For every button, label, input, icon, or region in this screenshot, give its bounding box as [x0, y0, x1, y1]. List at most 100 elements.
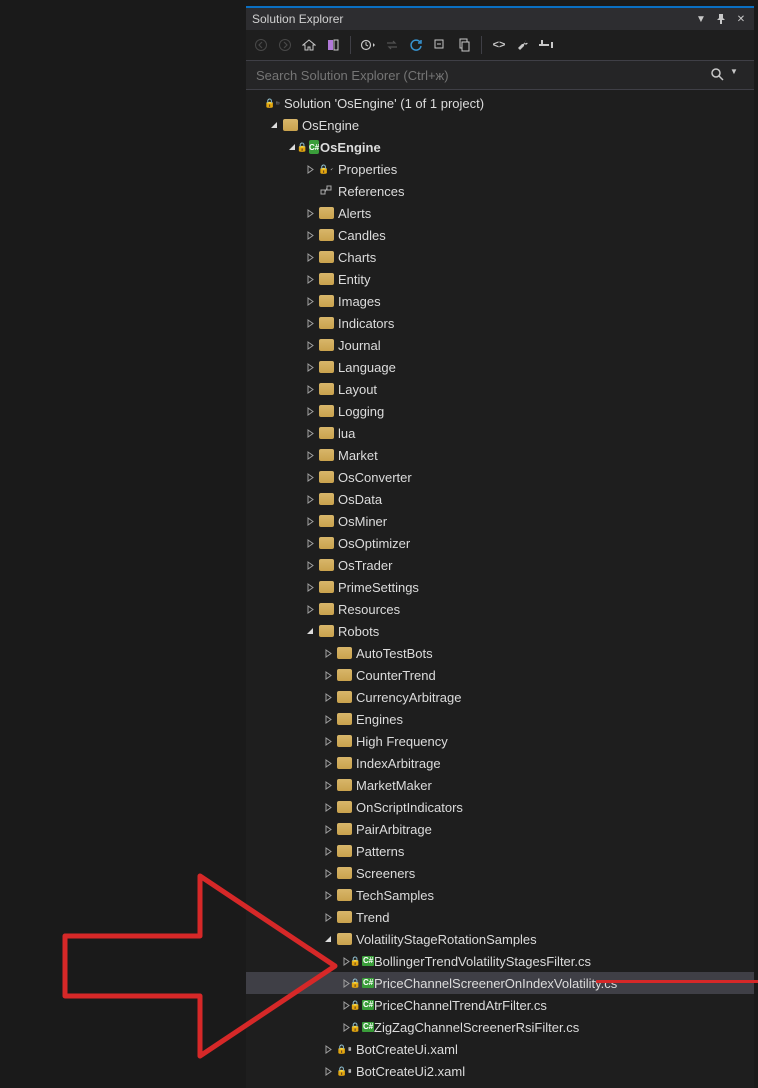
folder-node[interactable]: TechSamples: [246, 884, 754, 906]
expand-icon[interactable]: [322, 823, 334, 835]
expand-icon[interactable]: [304, 317, 316, 329]
cs-file-node[interactable]: 🔒C#ZigZagChannelScreenerRsiFilter.cs: [246, 1016, 754, 1038]
cs-file-node[interactable]: 🔒C#PriceChannelScreenerOnIndexVolatility…: [246, 972, 754, 994]
refresh-icon[interactable]: [407, 36, 425, 54]
expand-icon[interactable]: [304, 581, 316, 593]
folder-node[interactable]: OsConverter: [246, 466, 754, 488]
folder-node[interactable]: Journal: [246, 334, 754, 356]
expand-icon[interactable]: [304, 229, 316, 241]
folder-node[interactable]: MarketMaker: [246, 774, 754, 796]
expand-icon[interactable]: [322, 669, 334, 681]
folder-node[interactable]: OsData: [246, 488, 754, 510]
preview-icon[interactable]: [538, 36, 556, 54]
switch-views-icon[interactable]: [324, 36, 342, 54]
expand-icon[interactable]: [304, 273, 316, 285]
folder-node[interactable]: Screeners: [246, 862, 754, 884]
folder-node[interactable]: Entity: [246, 268, 754, 290]
expand-icon[interactable]: [304, 163, 316, 175]
expand-icon[interactable]: [322, 735, 334, 747]
folder-node[interactable]: High Frequency: [246, 730, 754, 752]
folder-node[interactable]: OsTrader: [246, 554, 754, 576]
folder-node[interactable]: Trend: [246, 906, 754, 928]
expand-icon[interactable]: [304, 449, 316, 461]
pending-changes-filter-icon[interactable]: [359, 36, 377, 54]
folder-node[interactable]: Patterns: [246, 840, 754, 862]
expand-icon[interactable]: [322, 801, 334, 813]
expand-icon[interactable]: [304, 559, 316, 571]
folder-node[interactable]: Market: [246, 444, 754, 466]
folder-node[interactable]: OnScriptIndicators: [246, 796, 754, 818]
collapse-icon[interactable]: [304, 625, 316, 637]
expand-icon[interactable]: [322, 845, 334, 857]
cs-file-node[interactable]: 🔒C#PriceChannelTrendAtrFilter.cs: [246, 994, 754, 1016]
expand-icon[interactable]: [322, 1065, 334, 1077]
folder-node[interactable]: Engines: [246, 708, 754, 730]
root-folder-node[interactable]: OsEngine: [246, 114, 754, 136]
folder-node[interactable]: OsMiner: [246, 510, 754, 532]
expand-icon[interactable]: [322, 713, 334, 725]
folder-node[interactable]: CounterTrend: [246, 664, 754, 686]
expand-icon[interactable]: [322, 1043, 334, 1055]
expand-icon[interactable]: [304, 427, 316, 439]
expand-icon[interactable]: [304, 471, 316, 483]
collapse-icon[interactable]: [268, 119, 280, 131]
sync-icon[interactable]: [383, 36, 401, 54]
solution-node[interactable]: 🔒Solution 'OsEngine' (1 of 1 project): [246, 92, 754, 114]
expand-icon[interactable]: [322, 779, 334, 791]
expand-icon[interactable]: [304, 603, 316, 615]
folder-node[interactable]: Language: [246, 356, 754, 378]
expand-icon[interactable]: [304, 295, 316, 307]
expand-icon[interactable]: [304, 251, 316, 263]
expand-icon[interactable]: [304, 207, 316, 219]
folder-node[interactable]: Candles: [246, 224, 754, 246]
references-node[interactable]: References: [246, 180, 754, 202]
folder-node[interactable]: OsOptimizer: [246, 532, 754, 554]
expand-icon[interactable]: [322, 647, 334, 659]
project-node[interactable]: 🔒C#OsEngine: [246, 136, 754, 158]
folder-node[interactable]: Indicators: [246, 312, 754, 334]
expand-icon[interactable]: [322, 911, 334, 923]
expand-icon[interactable]: [304, 537, 316, 549]
folder-node-vsrs[interactable]: VolatilityStageRotationSamples: [246, 928, 754, 950]
folder-node[interactable]: Alerts: [246, 202, 754, 224]
search-icon[interactable]: [710, 67, 726, 83]
folder-node[interactable]: Logging: [246, 400, 754, 422]
folder-node[interactable]: Images: [246, 290, 754, 312]
cs-file-node[interactable]: 🔒C#BotFactory.cs: [246, 1082, 754, 1088]
folder-node[interactable]: lua: [246, 422, 754, 444]
expand-icon[interactable]: [304, 339, 316, 351]
folder-node[interactable]: PairArbitrage: [246, 818, 754, 840]
search-bar[interactable]: ▼: [246, 61, 754, 90]
properties-node[interactable]: 🔒Properties: [246, 158, 754, 180]
collapse-all-icon[interactable]: [431, 36, 449, 54]
pin-icon[interactable]: [714, 12, 728, 26]
folder-node-robots[interactable]: Robots: [246, 620, 754, 642]
expand-icon[interactable]: [304, 405, 316, 417]
show-all-files-icon[interactable]: [455, 36, 473, 54]
xaml-file-node[interactable]: 🔒BotCreateUi.xaml: [246, 1038, 754, 1060]
back-icon[interactable]: [252, 36, 270, 54]
view-code-icon[interactable]: <>: [490, 36, 508, 54]
forward-icon[interactable]: [276, 36, 294, 54]
expand-icon[interactable]: [304, 361, 316, 373]
search-input[interactable]: [254, 67, 710, 84]
expand-icon[interactable]: [322, 757, 334, 769]
folder-node[interactable]: IndexArbitrage: [246, 752, 754, 774]
collapse-icon[interactable]: [322, 933, 334, 945]
dropdown-icon[interactable]: ▼: [694, 12, 708, 26]
close-icon[interactable]: ✕: [734, 12, 748, 26]
folder-node[interactable]: Layout: [246, 378, 754, 400]
folder-node[interactable]: Resources: [246, 598, 754, 620]
xaml-file-node[interactable]: 🔒BotCreateUi2.xaml: [246, 1060, 754, 1082]
folder-node[interactable]: Charts: [246, 246, 754, 268]
expand-icon[interactable]: [322, 889, 334, 901]
expand-icon[interactable]: [304, 383, 316, 395]
folder-node[interactable]: AutoTestBots: [246, 642, 754, 664]
expand-icon[interactable]: [322, 691, 334, 703]
home-icon[interactable]: [300, 36, 318, 54]
properties-icon[interactable]: [514, 36, 532, 54]
expand-icon[interactable]: [322, 867, 334, 879]
folder-node[interactable]: PrimeSettings: [246, 576, 754, 598]
cs-file-node[interactable]: 🔒C#BollingerTrendVolatilityStagesFilter.…: [246, 950, 754, 972]
expand-icon[interactable]: [304, 515, 316, 527]
